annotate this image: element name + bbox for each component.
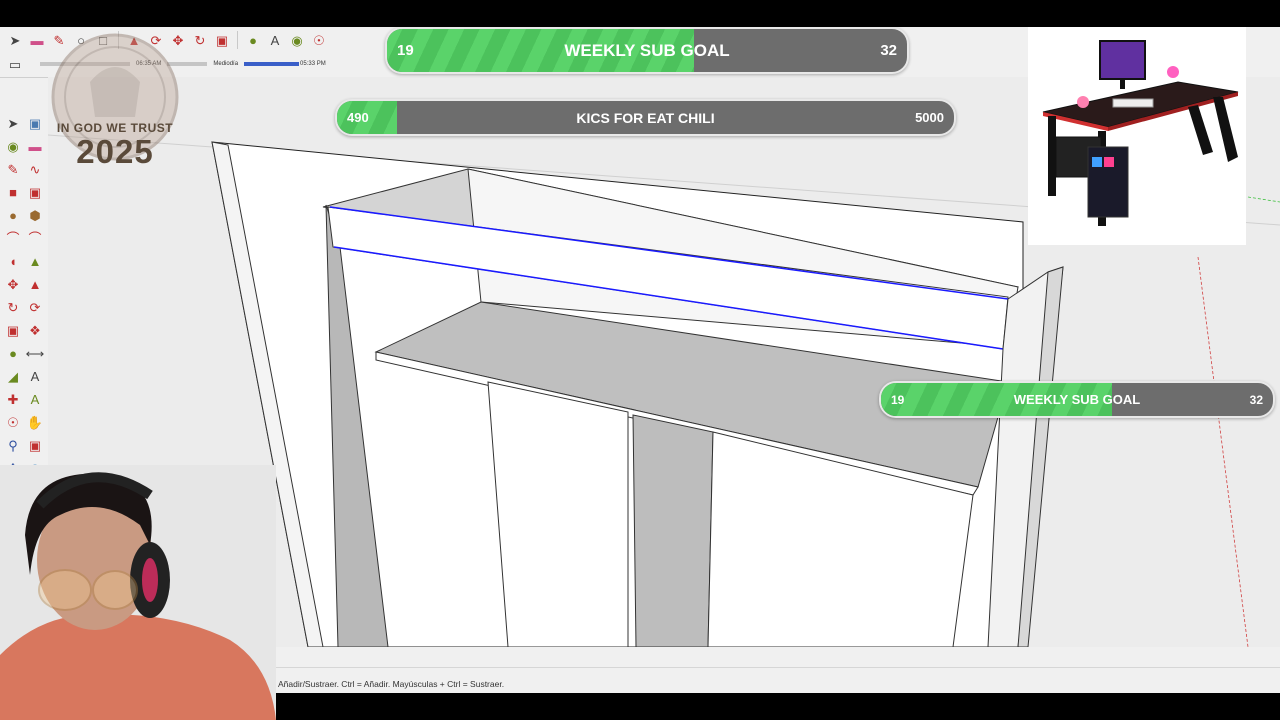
gaming-desk-illustration [1042,40,1239,226]
streamer-webcam [0,465,276,720]
pan-icon[interactable]: ✋ [25,412,45,432]
offset-icon[interactable]: ❖ [25,320,45,340]
axes-icon[interactable]: ✚ [3,389,23,409]
center-divider[interactable] [632,414,714,647]
goal-max: 5000 [915,110,944,125]
zoom-window-icon[interactable]: ▣ [25,435,45,455]
date-track[interactable] [244,62,300,66]
circle-icon[interactable]: ● [3,205,23,225]
webcam-overlay [0,465,276,720]
select-icon[interactable]: ➤ [6,31,24,49]
select-icon[interactable]: ➤ [3,113,23,133]
goal-weekly-sub-right: WEEKLY SUB GOAL 19 32 [879,381,1275,418]
goal-title: WEEKLY SUB GOAL [564,40,730,60]
time-mid-label: Mediodía [213,61,239,67]
goal-current: 19 [891,392,905,407]
product-image [1028,27,1246,245]
goal-current: 490 [347,110,369,125]
protractor-icon[interactable]: ◢ [3,366,23,386]
pie-icon[interactable]: ◖ [3,251,23,271]
toolbar-separator [237,31,238,49]
move-icon[interactable]: ✥ [3,274,23,294]
text-icon[interactable]: A [266,31,284,49]
arc-3pt-icon[interactable]: ⌒ [25,228,45,248]
top-black-bar [0,0,1280,27]
orbit-icon[interactable]: ☉ [310,31,328,49]
tape-measure-icon[interactable]: ● [244,31,262,49]
rotate-icon[interactable]: ↻ [3,297,23,317]
arc-icon[interactable]: ⌒ [3,228,23,248]
goal-title: WEEKLY SUB GOAL [1013,392,1141,407]
dimension-icon[interactable]: ⟷ [25,343,45,363]
follow-me-icon[interactable]: ⟳ [25,297,45,317]
lower-left-opening[interactable] [487,381,629,647]
rectangle-icon[interactable]: ■ [3,182,23,202]
text-icon[interactable]: A [25,366,45,386]
3d-text-icon[interactable]: A [25,389,45,409]
red-axis [1197,256,1249,647]
zoom-icon[interactable]: ⚲ [3,435,23,455]
paint-bucket-icon[interactable]: ◉ [288,31,306,49]
tape-measure-icon[interactable]: ● [3,343,23,363]
rotate-icon[interactable]: ↻ [191,31,209,49]
eraser-small-icon[interactable]: ▭ [6,55,24,73]
goal-current: 19 [397,42,414,59]
time-end-label: 05:33 PM [300,61,326,67]
orbit-icon[interactable]: ☉ [3,412,23,432]
scale-icon[interactable]: ▣ [3,320,23,340]
sandbox-icon[interactable]: ▲ [25,251,45,271]
watermark-year: 2025 [76,133,154,170]
push-pull-icon[interactable]: ▲ [25,274,45,294]
goal-kics-chili: KICS FOR EAT CHILI 490 5000 [335,99,956,136]
goal-title: KICS FOR EAT CHILI [576,109,715,126]
goal-weekly-sub-top: WEEKLY SUB GOAL 19 32 [385,27,909,74]
scale-icon[interactable]: ▣ [213,31,231,49]
line-icon[interactable]: ✎ [3,159,23,179]
green-axis [1247,196,1280,203]
status-hint: Añadir/Sustraer. Ctrl = Añadir. Mayúscul… [278,679,505,689]
polygon-icon[interactable]: ⬢ [25,205,45,225]
goal-max: 32 [880,42,897,59]
goal-max: 32 [1249,392,1263,407]
paint-bucket-icon[interactable]: ◉ [3,136,23,156]
